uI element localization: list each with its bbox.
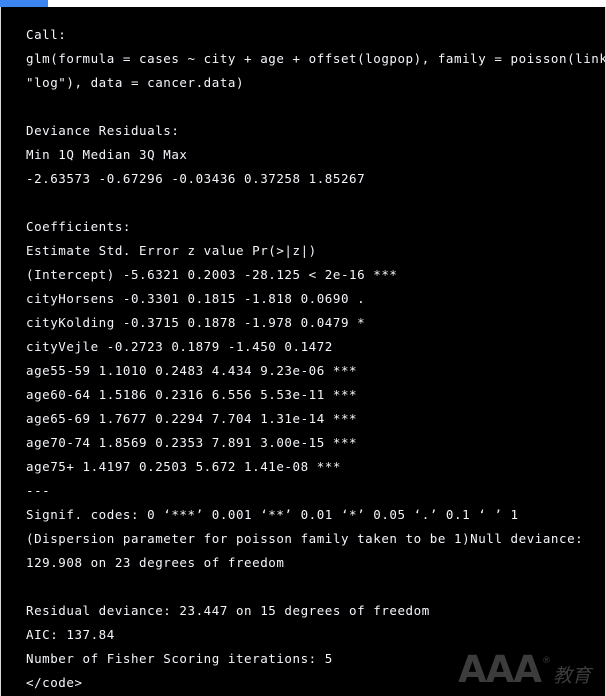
- screenshot-root: Call: glm(formula = cases ~ city + age +…: [0, 0, 606, 696]
- console-line: AIC: 137.84: [26, 627, 115, 642]
- console-line: cityVejle -0.2723 0.1879 -1.450 0.1472: [26, 339, 333, 354]
- console-line: Min 1Q Median 3Q Max: [26, 147, 188, 162]
- console-line: -2.63573 -0.67296 -0.03436 0.37258 1.852…: [26, 171, 366, 186]
- console-line: "log"), data = cancer.data): [26, 75, 245, 90]
- console-line: 129.908 on 23 degrees of freedom: [26, 555, 285, 570]
- console-line: Call:: [26, 27, 67, 42]
- console-line: Estimate Std. Error z value Pr(>|z|): [26, 243, 317, 258]
- console-line: (Dispersion parameter for poisson family…: [26, 531, 584, 546]
- console-line: glm(formula = cases ~ city + age + offse…: [26, 51, 606, 66]
- console-line: cityHorsens -0.3301 0.1815 -1.818 0.0690…: [26, 291, 366, 306]
- console-code-block[interactable]: Call: glm(formula = cases ~ city + age +…: [0, 7, 606, 696]
- console-line: age60-64 1.5186 0.2316 6.556 5.53e-11 **…: [26, 387, 358, 402]
- console-line: Residual deviance: 23.447 on 15 degrees …: [26, 603, 430, 618]
- console-line: age70-74 1.8569 0.2353 7.891 3.00e-15 **…: [26, 435, 358, 450]
- console-line: </code>: [26, 675, 83, 690]
- console-line: (Intercept) -5.6321 0.2003 -28.125 < 2e-…: [26, 267, 398, 282]
- console-line: cityKolding -0.3715 0.1878 -1.978 0.0479…: [26, 315, 366, 330]
- console-line: age55-59 1.1010 0.2483 4.434 9.23e-06 **…: [26, 363, 358, 378]
- console-line: ---: [26, 483, 51, 498]
- console-output-lines: Call: glm(formula = cases ~ city + age +…: [26, 23, 606, 695]
- top-bar-accent-tab: [0, 0, 48, 7]
- page-top-bar: [0, 0, 606, 7]
- console-line: Number of Fisher Scoring iterations: 5: [26, 651, 333, 666]
- console-line: Signif. codes: 0 ‘***’ 0.001 ‘**’ 0.01 ‘…: [26, 507, 519, 522]
- console-line: age65-69 1.7677 0.2294 7.704 1.31e-14 **…: [26, 411, 358, 426]
- console-line: Coefficients:: [26, 219, 131, 234]
- console-line: Deviance Residuals:: [26, 123, 180, 138]
- console-line: age75+ 1.4197 0.2503 5.672 1.41e-08 ***: [26, 459, 341, 474]
